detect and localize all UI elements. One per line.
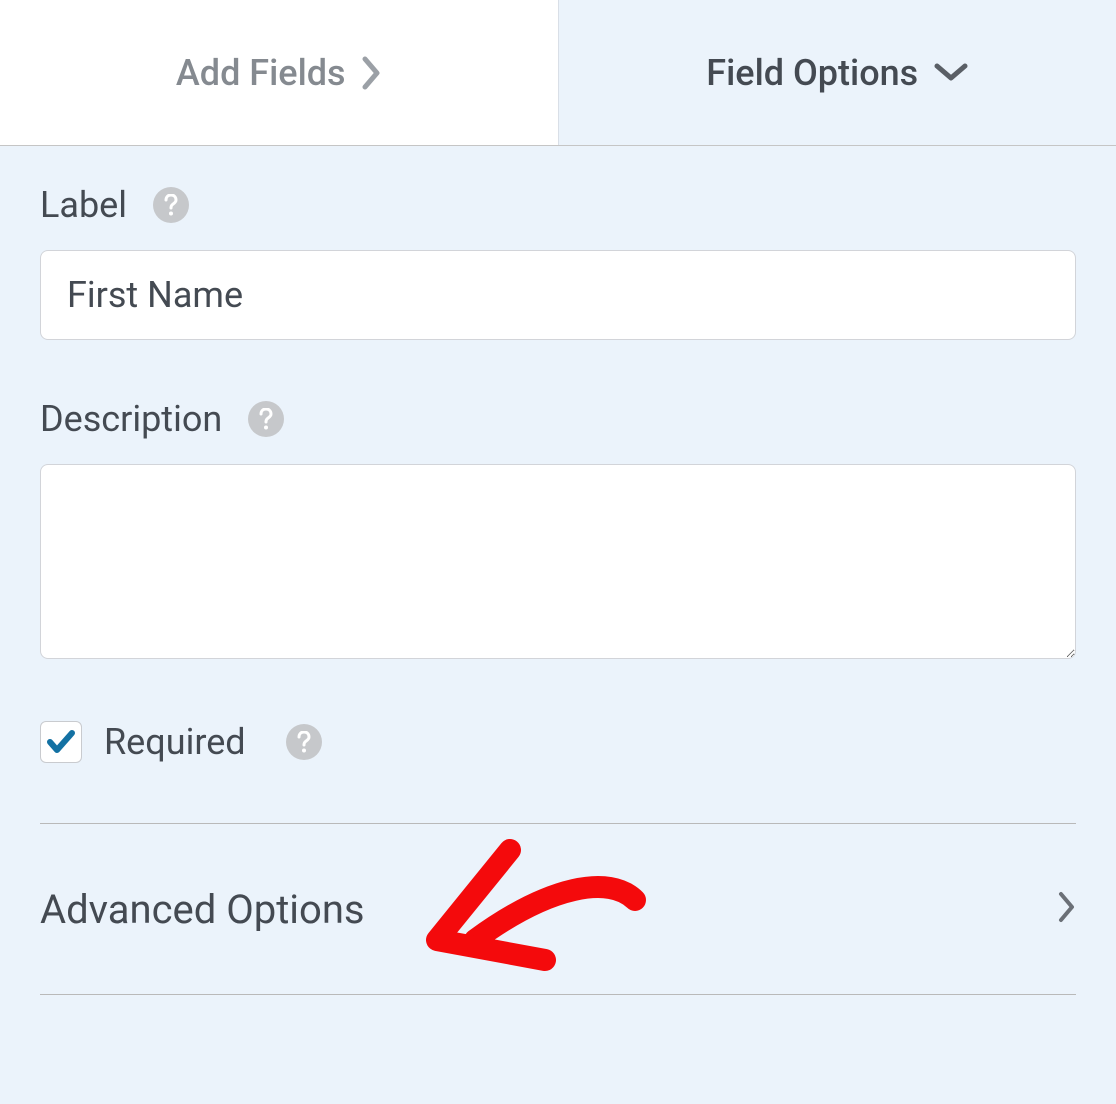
- chevron-right-icon: [362, 56, 382, 90]
- description-input[interactable]: [40, 464, 1076, 659]
- tabs-bar: Add Fields Field Options: [0, 0, 1116, 146]
- required-label: Required: [104, 721, 246, 763]
- label-field-group: Label: [40, 184, 1076, 340]
- help-icon[interactable]: [248, 401, 284, 437]
- tab-add-fields-label: Add Fields: [176, 52, 346, 94]
- tab-field-options-label: Field Options: [706, 52, 918, 94]
- label-title: Label: [40, 184, 127, 226]
- description-field-group: Description: [40, 398, 1076, 663]
- label-input[interactable]: [40, 250, 1076, 340]
- advanced-options-label: Advanced Options: [40, 886, 365, 933]
- required-checkbox[interactable]: [40, 721, 82, 763]
- advanced-options-toggle[interactable]: Advanced Options: [40, 824, 1076, 994]
- tab-add-fields[interactable]: Add Fields: [0, 0, 559, 145]
- chevron-down-icon: [934, 63, 968, 83]
- divider: [40, 994, 1076, 995]
- field-options-panel: Label Description: [0, 146, 1116, 995]
- required-row: Required: [40, 721, 1076, 763]
- chevron-right-icon: [1058, 891, 1076, 927]
- description-title: Description: [40, 398, 222, 440]
- tab-field-options[interactable]: Field Options: [559, 0, 1116, 145]
- help-icon[interactable]: [286, 724, 322, 760]
- help-icon[interactable]: [153, 187, 189, 223]
